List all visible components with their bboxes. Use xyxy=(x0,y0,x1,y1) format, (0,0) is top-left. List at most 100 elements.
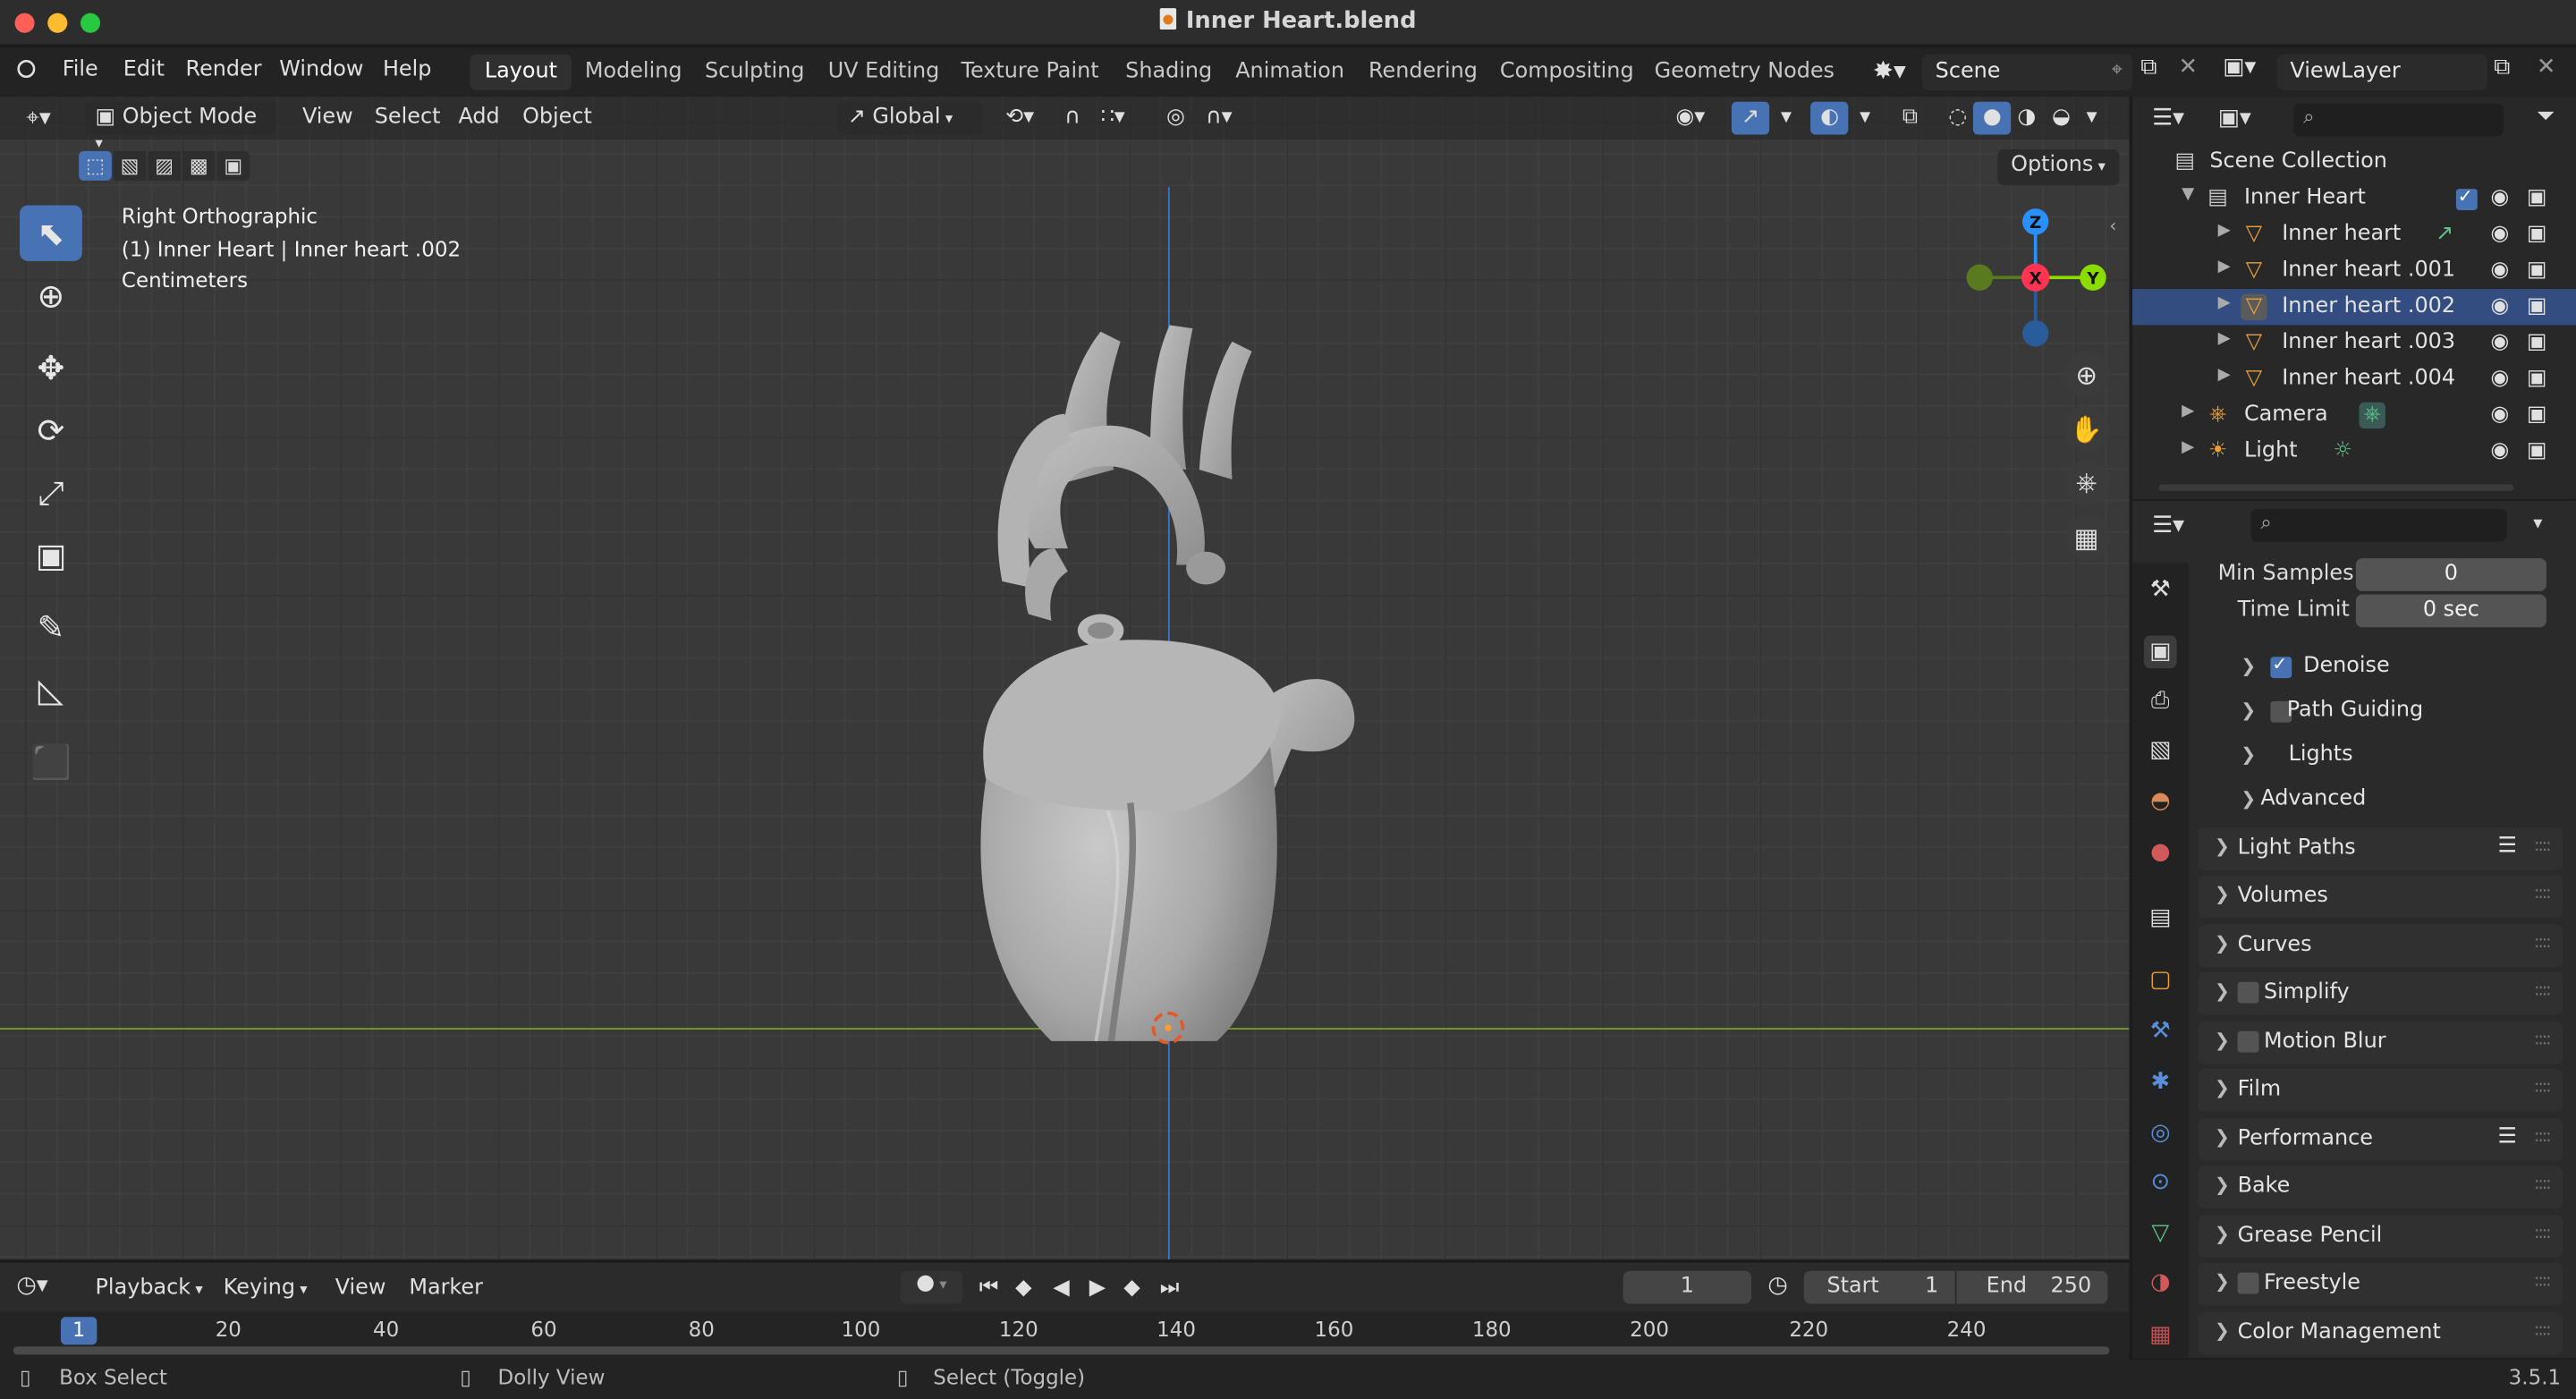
output-tab-icon[interactable]: ⎙ xyxy=(2144,684,2177,717)
expand-arrow-icon[interactable]: ▶ xyxy=(2218,222,2231,240)
editor-type-icon[interactable]: ⌖▾ xyxy=(16,102,60,135)
timeline-menu-view[interactable]: View xyxy=(335,1276,386,1301)
performance-panel[interactable]: ❯ Performance ☰ :::: xyxy=(2198,1118,2563,1161)
material-shading-icon[interactable]: ◑ xyxy=(2007,102,2046,135)
rotate-tool-icon[interactable]: ⟳ xyxy=(20,403,82,458)
next-keyframe-icon[interactable]: ◆ xyxy=(1123,1276,1140,1301)
drag-grip-icon[interactable]: :::: xyxy=(2534,982,2551,1000)
constraints-tab-icon[interactable]: ⊙ xyxy=(2144,1166,2177,1199)
outliner-row-inner-heart-mesh[interactable]: ▶ ▽ Inner heart ↗ ◉ ▣ xyxy=(2132,216,2576,252)
menu-window[interactable]: Window xyxy=(279,57,363,82)
visibility-eye-icon[interactable]: ◉ xyxy=(2490,222,2509,247)
transform-orientation-dropdown[interactable]: ↗ Global ▾ xyxy=(837,101,983,135)
select-new-icon[interactable]: ⬚ xyxy=(79,150,112,181)
timeline-menu-keying[interactable]: Keying ▾ xyxy=(224,1276,308,1301)
scene-tab-icon[interactable]: ◓ xyxy=(2144,784,2177,818)
play-reverse-icon[interactable]: ◀ xyxy=(1053,1276,1069,1301)
drag-grip-icon[interactable]: :::: xyxy=(2534,1175,2551,1193)
expand-arrow-icon[interactable]: ▶ xyxy=(2182,403,2194,420)
scene-selector-icon[interactable]: ✸▾ xyxy=(1873,55,1906,85)
gizmo-z-negative[interactable] xyxy=(2022,319,2049,347)
camera-view-icon[interactable]: ⎈ xyxy=(2063,459,2110,506)
object-tab-icon[interactable]: ▢ xyxy=(2144,964,2177,997)
render-camera-icon[interactable]: ▣ xyxy=(2527,366,2547,391)
volumes-panel[interactable]: ❯ Volumes :::: xyxy=(2198,875,2563,919)
drag-grip-icon[interactable]: :::: xyxy=(2534,1128,2551,1146)
scale-tool-icon[interactable]: ⤢ xyxy=(20,464,82,520)
outliner-row-light[interactable]: ▶ ☀ Light ☼ ◉ ▣ xyxy=(2132,434,2576,470)
texture-tab-icon[interactable]: ▦ xyxy=(2144,1318,2177,1352)
tab-geometry-nodes[interactable]: Geometry Nodes xyxy=(1640,55,1849,90)
motion-blur-checkbox[interactable] xyxy=(2237,1030,2259,1053)
visibility-eye-icon[interactable]: ◉ xyxy=(2490,366,2509,391)
end-frame-field[interactable]: End 250 xyxy=(1956,1270,2108,1304)
properties-options-icon[interactable]: ▾ xyxy=(2533,513,2542,534)
delete-view-layer-icon[interactable]: ✕ xyxy=(2537,55,2556,81)
mode-dropdown[interactable]: ▣ Object Mode ▾ xyxy=(85,101,276,153)
pan-view-icon[interactable]: ✋ xyxy=(2063,405,2110,452)
material-tab-icon[interactable]: ◑ xyxy=(2144,1266,2177,1299)
auto-keying-record-icon[interactable]: ● ▾ xyxy=(900,1270,963,1304)
timeline-menu-marker[interactable]: Marker xyxy=(409,1276,483,1301)
visibility-eye-icon[interactable]: ◉ xyxy=(2490,330,2509,355)
light-paths-panel[interactable]: ❯ Light Paths ☰ :::: xyxy=(2198,827,2563,870)
rendered-shading-icon[interactable]: ◒ xyxy=(2042,102,2080,135)
presets-list-icon[interactable]: ☰ xyxy=(2497,835,2516,860)
timeline-menu-playback[interactable]: Playback ▾ xyxy=(96,1276,203,1301)
render-camera-icon[interactable]: ▣ xyxy=(2527,185,2547,210)
data-tab-icon[interactable]: ▽ xyxy=(2144,1217,2177,1250)
viewport-menu-select[interactable]: Select xyxy=(365,102,451,135)
outliner-row-camera[interactable]: ▶ ⎈ Camera ⎈ ◉ ▣ xyxy=(2132,397,2576,433)
render-camera-icon[interactable]: ▣ xyxy=(2527,258,2547,283)
view-layer-selector-icon[interactable]: ▣▾ xyxy=(2223,55,2256,81)
delete-scene-icon[interactable]: ✕ xyxy=(2179,55,2199,81)
scene-field[interactable]: Scene ⌖ xyxy=(1921,54,2133,90)
measure-tool-icon[interactable]: ◺ xyxy=(20,662,82,717)
timeline-editor-type-icon[interactable]: ◷▾ xyxy=(16,1273,47,1299)
menu-edit[interactable]: Edit xyxy=(123,57,165,82)
clock-icon[interactable]: ◷ xyxy=(1767,1273,1787,1299)
collection-tab-icon[interactable]: ▤ xyxy=(2144,902,2177,935)
freestyle-checkbox[interactable] xyxy=(2237,1272,2259,1294)
pivot-point-icon[interactable]: ⟲▾ xyxy=(996,102,1044,135)
filter-icon[interactable]: ⏷ xyxy=(2537,104,2555,130)
drag-grip-icon[interactable]: :::: xyxy=(2534,837,2551,855)
viewport-menu-view[interactable]: View xyxy=(292,102,363,135)
visibility-icon[interactable]: ◉▾ xyxy=(1665,102,1715,135)
lights-subpanel[interactable]: ❯ Lights xyxy=(2199,741,2563,776)
properties-editor-type-icon[interactable]: ☰▾ xyxy=(2152,513,2184,538)
gizmo-toggle-icon[interactable]: ↗ xyxy=(1731,101,1769,135)
bake-panel[interactable]: ❯ Bake :::: xyxy=(2198,1166,2563,1209)
zoom-view-icon[interactable]: ⊕ xyxy=(2063,351,2110,398)
snap-icon[interactable]: ∩ xyxy=(1055,102,1090,135)
outliner-scrollbar[interactable] xyxy=(2158,484,2514,491)
prev-keyframe-icon[interactable]: ◆ xyxy=(1015,1276,1031,1301)
gizmo-y-negative[interactable] xyxy=(1966,264,1993,291)
advanced-subpanel[interactable]: ❯ Advanced xyxy=(2199,784,2563,820)
playhead[interactable]: 1 xyxy=(60,1317,97,1345)
render-camera-icon[interactable]: ▣ xyxy=(2527,438,2547,463)
visibility-eye-icon[interactable]: ◉ xyxy=(2490,258,2509,283)
simplify-panel[interactable]: ❯ Simplify :::: xyxy=(2198,971,2563,1015)
heart-model[interactable] xyxy=(936,318,1380,1041)
viewport-menu-add[interactable]: Add xyxy=(448,102,509,135)
time-limit-field[interactable]: 0 sec xyxy=(2355,594,2546,628)
gizmo-dropdown-icon[interactable]: ▾ xyxy=(1771,102,1801,135)
overlays-dropdown-icon[interactable]: ▾ xyxy=(1850,102,1880,135)
modifier-tab-icon[interactable]: ⚒ xyxy=(2144,1014,2177,1047)
freestyle-panel[interactable]: ❯ Freestyle :::: xyxy=(2198,1262,2563,1306)
tab-modeling[interactable]: Modeling xyxy=(570,55,697,90)
drag-grip-icon[interactable]: :::: xyxy=(2534,1031,2551,1049)
simplify-checkbox[interactable] xyxy=(2237,981,2259,1004)
pin-icon[interactable]: ⌖ xyxy=(2112,57,2123,82)
3d-viewport[interactable]: ⌖▾ ▣ Object Mode ▾ View Select Add Objec… xyxy=(0,97,2130,1259)
tab-compositing[interactable]: Compositing xyxy=(1485,55,1648,90)
start-frame-field[interactable]: Start 1 xyxy=(1803,1270,1955,1304)
snap-target-icon[interactable]: ∷▾ xyxy=(1091,102,1135,135)
drag-grip-icon[interactable]: :::: xyxy=(2534,1225,2551,1242)
expand-arrow-icon[interactable]: ▶ xyxy=(2218,294,2231,312)
render-tab-icon[interactable]: ▣ xyxy=(2143,635,2177,669)
motion-blur-panel[interactable]: ❯ Motion Blur :::: xyxy=(2198,1021,2563,1064)
outliner-row-scene-collection[interactable]: ▤ Scene Collection xyxy=(2132,145,2576,181)
solid-shading-icon[interactable]: ● xyxy=(1972,101,2012,135)
